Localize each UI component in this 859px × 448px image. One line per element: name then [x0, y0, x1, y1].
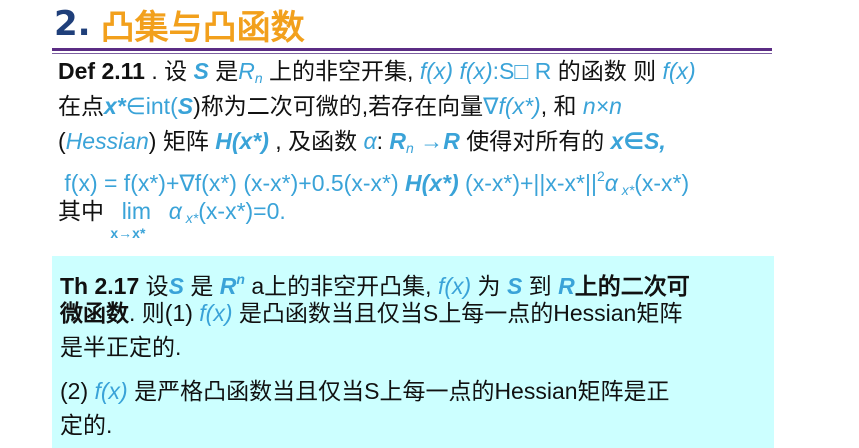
def-line-1: Def 2.11 . 设 S 是Rn 上的非空开集, f(x) f(x):S□ … [58, 54, 818, 89]
math-r: R [238, 58, 255, 84]
math-limit: lim x→x* [110, 194, 162, 241]
th-line-2: 微函数. 则(1) f(x) 是凸函数当且仅当S上每一点的Hessian矩阵 [60, 296, 770, 330]
math-alpha: α [162, 198, 182, 224]
section-number: 2 [54, 4, 78, 44]
math-sub: n [254, 70, 263, 86]
def-text: ( [58, 128, 66, 154]
lim-subscript: x→x* [110, 225, 146, 241]
math-hxstar: H(x*) [405, 170, 459, 196]
def-text: 是 [208, 58, 239, 84]
definition-2-11: Def 2.11 . 设 S 是Rn 上的非空开集, f(x) f(x):S□ … [58, 54, 818, 241]
math-fx: f(x) [419, 58, 454, 84]
th-text-bold: 微函数 [60, 300, 129, 326]
th-line-1: Th 2.17 设S 是 Rn a上的非空开凸集, f(x) 为 S 到 R上的… [60, 262, 770, 299]
def-text: . 设 [144, 58, 194, 84]
th-line-4: (2) f(x) 是严格凸函数当且仅当S上每一点的Hessian矩阵是正 [60, 374, 770, 408]
def-line-3: (Hessian) 矩阵 H(x*) , 及函数 α: Rn →R 使得对所有的… [58, 124, 818, 159]
math-alpha: α [363, 128, 377, 154]
math-limit-expr: (x-x*)=0. [198, 198, 286, 224]
def-text: 使得对所有的 [459, 128, 611, 154]
math-sup: n [236, 271, 245, 287]
math-hxstar: H(x*) [215, 128, 269, 154]
th-text: . 则(1) [129, 300, 200, 326]
def-text: 的函数 则 [551, 58, 663, 84]
math-arrow: → [413, 128, 444, 154]
math-fx: f(x) [199, 300, 233, 326]
th-line-5: 定的. [60, 408, 770, 442]
slide-title: 2 . 凸集与凸函数 [54, 2, 305, 48]
math-int: ∈int( [125, 93, 178, 119]
th-text: 定的. [60, 412, 113, 438]
def-text: ) 矩阵 [148, 128, 216, 154]
th-text: 是半正定的. [60, 334, 182, 360]
math-x-in-s: x∈S, [610, 128, 666, 154]
math-fx: f(x) [94, 378, 128, 404]
math-hessian: Hessian [65, 128, 149, 154]
math-taylor: (x-x*)+||x-x*|| [458, 170, 597, 196]
def-text: 其中 [58, 198, 111, 224]
def-text: , 及函数 [268, 128, 364, 154]
section-dot: . [77, 4, 91, 44]
set-symbol: S [193, 58, 209, 84]
def-text: : [376, 128, 390, 154]
title-divider [52, 48, 772, 51]
math-sup: 2 [596, 168, 605, 184]
math-domain: :S [492, 58, 515, 84]
th-line-3: 是半正定的. [60, 330, 770, 364]
math-taylor: f(x) = f(x*)+∇f(x*) (x-x*)+0.5(x-x*) [64, 170, 405, 196]
math-fx: f(x) [459, 58, 493, 84]
th-text: (2) [60, 378, 95, 404]
math-r: R [443, 128, 460, 154]
math-nxn: n×n [582, 93, 622, 119]
set-symbol: S [177, 93, 194, 119]
def-text: 上的非空开集, [262, 58, 420, 84]
def-line-5: 其中 lim x→x* α x*(x-x*)=0. [58, 194, 818, 241]
theorem-2-17: Th 2.17 设S 是 Rn a上的非空开凸集, f(x) 为 S 到 R上的… [60, 262, 770, 442]
math-sub: x* [617, 182, 635, 198]
math-r: R [389, 128, 406, 154]
math-sub: x* [181, 210, 199, 226]
math-taylor: (x-x*) [634, 170, 690, 196]
th-text: 是严格凸函数当且仅当S上每一点的Hessian矩阵是正 [127, 378, 670, 404]
def-text: )称为二次可微的,若存在向量 [193, 93, 484, 119]
math-fx: f(x) [662, 58, 696, 84]
math-r: R [528, 58, 552, 84]
def-line-2: 在点x*∈int(S)称为二次可微的,若存在向量∇f(x*), 和 n×n [58, 89, 818, 124]
section-title: 凸集与凸函数 [100, 7, 305, 48]
missing-glyph: □ [514, 58, 529, 84]
math-xstar: x* [104, 93, 126, 119]
def-text: 在点 [58, 93, 104, 119]
def-text: , 和 [540, 93, 583, 119]
th-text: 是凸函数当且仅当S上每一点的Hessian矩阵 [232, 300, 683, 326]
math-sub: n [406, 140, 414, 156]
def-line-4: f(x) = f(x*)+∇f(x*) (x-x*)+0.5(x-x*) H(x… [58, 159, 818, 198]
math-gradient: ∇f(x*) [483, 93, 541, 119]
def-label: Def 2.11 [58, 58, 145, 84]
math-alpha: α [604, 170, 618, 196]
